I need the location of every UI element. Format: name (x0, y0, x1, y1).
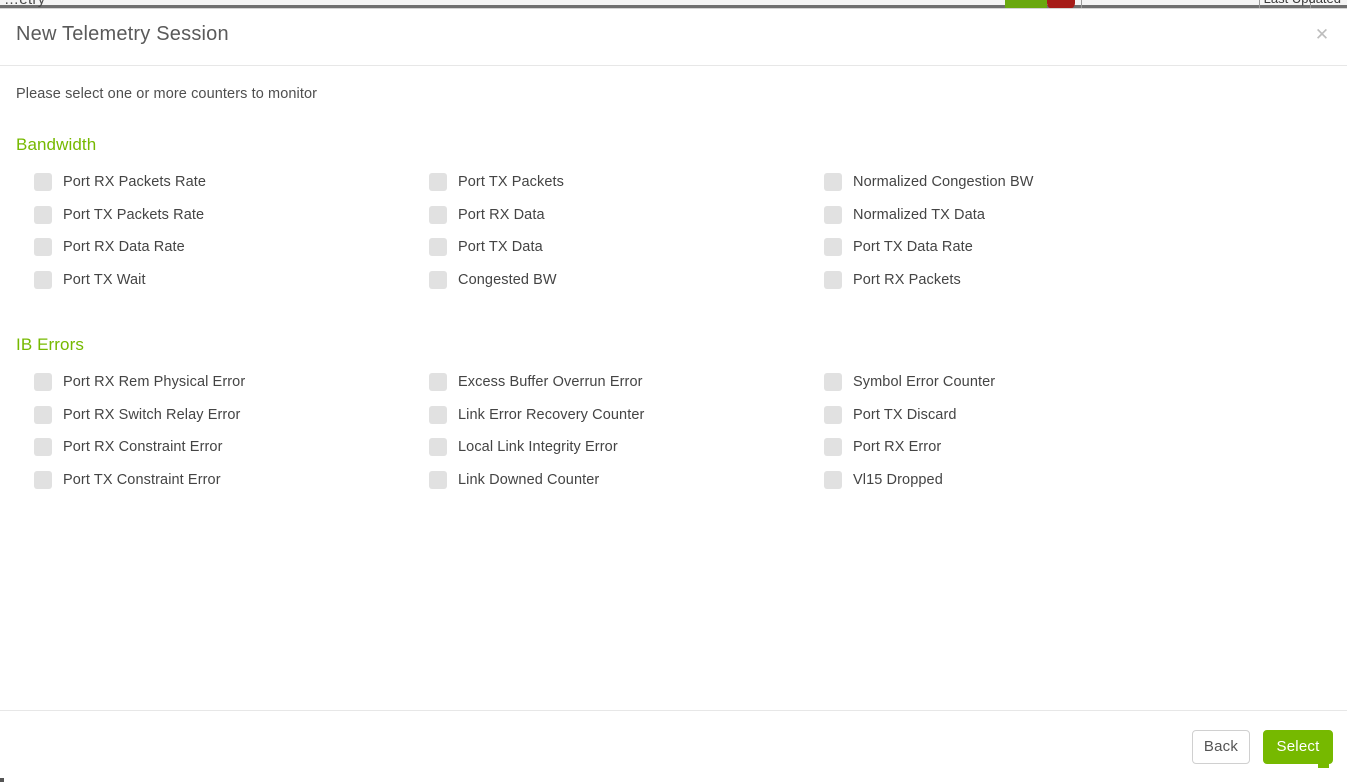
checkbox-icon[interactable] (824, 238, 842, 256)
group-title: Bandwidth (16, 135, 1331, 155)
checkbox-icon[interactable] (429, 438, 447, 456)
counter-label: Port RX Data (458, 207, 545, 223)
counter-checkbox-item[interactable]: Port RX Data Rate (16, 231, 411, 264)
counter-label: Congested BW (458, 272, 557, 288)
counter-checkbox-item[interactable]: Port RX Constraint Error (16, 431, 411, 464)
counter-group: Bandwidth Port RX Packets Rate Port TX Pac… (16, 135, 1331, 296)
checkbox-icon[interactable] (824, 471, 842, 489)
counter-label: Port TX Packets Rate (63, 207, 204, 223)
checkbox-icon[interactable] (824, 206, 842, 224)
counter-checkbox-item[interactable]: Port TX Discard (806, 399, 1331, 432)
counter-label: Port TX Discard (853, 407, 957, 423)
checkbox-icon[interactable] (429, 471, 447, 489)
corner-accent-mark (1318, 760, 1329, 768)
counter-checkbox-item[interactable]: Port TX Packets Rate (16, 199, 411, 232)
checkbox-icon[interactable] (429, 406, 447, 424)
checkbox-icon[interactable] (429, 173, 447, 191)
counter-label: Symbol Error Counter (853, 374, 995, 390)
counter-label: Normalized Congestion BW (853, 174, 1034, 190)
checkbox-icon[interactable] (34, 373, 52, 391)
counter-label: Port RX Data Rate (63, 239, 185, 255)
corner-dot-mark (0, 778, 4, 782)
counter-label: Port RX Packets Rate (63, 174, 206, 190)
new-telemetry-session-dialog: New Telemetry Session ✕ Please select on… (0, 8, 1347, 782)
counter-label: Link Error Recovery Counter (458, 407, 644, 423)
counter-label: Port RX Rem Physical Error (63, 374, 245, 390)
counter-checkbox-item[interactable]: Port TX Constraint Error (16, 464, 411, 497)
checkbox-icon[interactable] (429, 373, 447, 391)
counter-group: IB Errors Port RX Rem Physical Error Exces… (16, 335, 1331, 496)
counter-label: Excess Buffer Overrun Error (458, 374, 643, 390)
counter-checkbox-item[interactable]: Port RX Data (411, 199, 806, 232)
counter-checkbox-item[interactable]: Port RX Packets (806, 264, 1331, 297)
counter-checkbox-item[interactable]: Symbol Error Counter (806, 366, 1331, 399)
checkbox-icon[interactable] (34, 406, 52, 424)
close-icon[interactable]: ✕ (1311, 23, 1333, 45)
checkbox-icon[interactable] (34, 173, 52, 191)
group-items-grid: Port RX Packets Rate Port TX Packets Norma… (16, 166, 1331, 296)
dialog-footer: Back Select (0, 710, 1347, 782)
counter-checkbox-item[interactable]: Port TX Data (411, 231, 806, 264)
group-title: IB Errors (16, 335, 1331, 355)
counter-label: Port TX Constraint Error (63, 472, 221, 488)
counter-checkbox-item[interactable]: Port RX Switch Relay Error (16, 399, 411, 432)
counter-checkbox-item[interactable]: Congested BW (411, 264, 806, 297)
counter-checkbox-item[interactable]: Port TX Packets (411, 166, 806, 199)
counter-checkbox-item[interactable]: Port TX Data Rate (806, 231, 1331, 264)
checkbox-icon[interactable] (429, 271, 447, 289)
counter-checkbox-item[interactable]: Normalized Congestion BW (806, 166, 1331, 199)
counter-label: Port RX Error (853, 439, 941, 455)
background-left-text: …etry (4, 0, 46, 8)
counter-label: Port RX Constraint Error (63, 439, 223, 455)
checkbox-icon[interactable] (34, 471, 52, 489)
counter-checkbox-item[interactable]: Port RX Packets Rate (16, 166, 411, 199)
background-right-text: Last Updated (1264, 0, 1341, 6)
checkbox-icon[interactable] (34, 271, 52, 289)
counter-checkbox-item[interactable]: Link Error Recovery Counter (411, 399, 806, 432)
counter-label: Normalized TX Data (853, 207, 985, 223)
checkbox-icon[interactable] (824, 271, 842, 289)
counter-groups: Bandwidth Port RX Packets Rate Port TX Pac… (16, 135, 1331, 496)
counter-label: Vl15 Dropped (853, 472, 943, 488)
dialog-body: Please select one or more counters to mo… (0, 66, 1347, 710)
checkbox-icon[interactable] (824, 438, 842, 456)
counter-checkbox-item[interactable]: Excess Buffer Overrun Error (411, 366, 806, 399)
checkbox-icon[interactable] (824, 373, 842, 391)
counter-label: Port TX Data (458, 239, 543, 255)
counter-label: Port TX Data Rate (853, 239, 973, 255)
instruction-text: Please select one or more counters to mo… (16, 86, 1331, 102)
checkbox-icon[interactable] (34, 206, 52, 224)
counter-checkbox-item[interactable]: Link Downed Counter (411, 464, 806, 497)
counter-label: Port RX Switch Relay Error (63, 407, 240, 423)
checkbox-icon[interactable] (429, 206, 447, 224)
back-button[interactable]: Back (1192, 730, 1250, 764)
checkbox-icon[interactable] (824, 173, 842, 191)
counter-checkbox-item[interactable]: Port RX Rem Physical Error (16, 366, 411, 399)
counter-label: Port TX Packets (458, 174, 564, 190)
checkbox-icon[interactable] (34, 438, 52, 456)
counter-checkbox-item[interactable]: Normalized TX Data (806, 199, 1331, 232)
checkbox-icon[interactable] (429, 238, 447, 256)
select-button[interactable]: Select (1263, 730, 1333, 764)
counter-label: Port TX Wait (63, 272, 146, 288)
checkbox-icon[interactable] (824, 406, 842, 424)
counter-checkbox-item[interactable]: Local Link Integrity Error (411, 431, 806, 464)
counter-checkbox-item[interactable]: Port RX Error (806, 431, 1331, 464)
counter-label: Port RX Packets (853, 272, 961, 288)
counter-label: Link Downed Counter (458, 472, 599, 488)
group-items-grid: Port RX Rem Physical Error Excess Buffer … (16, 366, 1331, 496)
counter-label: Local Link Integrity Error (458, 439, 618, 455)
checkbox-icon[interactable] (34, 238, 52, 256)
dialog-title: New Telemetry Session (16, 23, 229, 46)
dialog-header: New Telemetry Session ✕ (0, 9, 1347, 66)
counter-checkbox-item[interactable]: Port TX Wait (16, 264, 411, 297)
counter-checkbox-item[interactable]: Vl15 Dropped (806, 464, 1331, 497)
